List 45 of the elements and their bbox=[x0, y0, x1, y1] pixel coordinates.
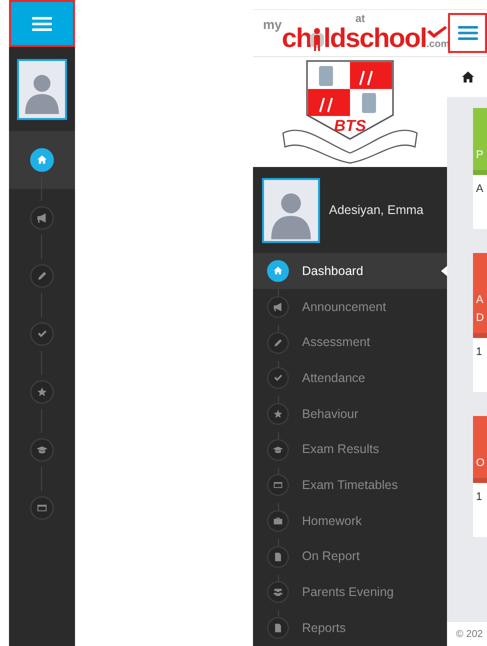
card-title: O bbox=[476, 456, 486, 471]
graduation-cap-icon bbox=[267, 438, 289, 461]
card-text: 1 bbox=[476, 346, 482, 358]
nav-item[interactable]: On Report bbox=[253, 538, 447, 575]
avatar-silhouette bbox=[262, 178, 320, 243]
card-title: A bbox=[476, 293, 484, 308]
graduation-cap-icon bbox=[30, 438, 54, 462]
nav-item[interactable]: Exam Results bbox=[253, 432, 447, 468]
nav-item[interactable]: Behaviour bbox=[253, 396, 447, 432]
document-icon bbox=[267, 546, 289, 568]
home-icon[interactable] bbox=[461, 71, 475, 83]
nav-item[interactable]: Parents Evening bbox=[253, 574, 447, 610]
menu-icon bbox=[32, 16, 52, 32]
nav-item[interactable] bbox=[9, 131, 75, 189]
megaphone-icon bbox=[267, 296, 289, 318]
check-icon bbox=[267, 367, 289, 390]
school-crest: BTS bbox=[275, 57, 425, 168]
megaphone-icon bbox=[30, 206, 54, 230]
nav-item[interactable]: Attendance bbox=[253, 360, 447, 396]
home-icon bbox=[30, 148, 54, 172]
card-title: D bbox=[476, 311, 485, 326]
card-text: 1 bbox=[476, 491, 482, 503]
menu-button[interactable] bbox=[448, 13, 487, 53]
nav-item[interactable]: Reports bbox=[253, 610, 447, 646]
card-icon bbox=[30, 496, 54, 520]
briefcase-icon bbox=[267, 510, 289, 532]
pencil-icon bbox=[267, 332, 289, 354]
nav-item[interactable]: Dashboard bbox=[253, 253, 447, 290]
avatar-silhouette bbox=[17, 58, 67, 120]
menu-button[interactable] bbox=[9, 0, 75, 47]
nav-item[interactable]: Homework bbox=[253, 503, 447, 539]
card-title: P bbox=[476, 148, 484, 163]
home-icon bbox=[267, 260, 289, 282]
nav-item[interactable]: Assessment bbox=[253, 324, 447, 360]
nav-item[interactable]: Announcement bbox=[253, 289, 447, 325]
student-name: Adesiyan, Emma bbox=[329, 202, 424, 220]
copyright-text: © 202 bbox=[447, 622, 487, 646]
card-text: A bbox=[476, 183, 484, 195]
card-icon bbox=[267, 474, 289, 496]
people-icon bbox=[267, 581, 289, 604]
document-icon bbox=[267, 617, 289, 640]
nav-item[interactable]: Exam Timetables bbox=[253, 468, 447, 504]
pencil-icon bbox=[30, 264, 54, 288]
check-icon bbox=[30, 322, 54, 346]
menu-icon bbox=[458, 25, 478, 41]
